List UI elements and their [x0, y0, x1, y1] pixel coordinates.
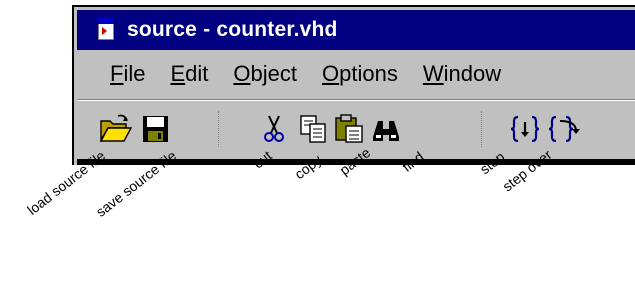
menu-window-mnemonic: W	[422, 61, 444, 86]
menu-object[interactable]: Object	[233, 61, 297, 87]
menu-bar: File Edit Object Options Window	[77, 51, 635, 97]
menu-separator-highlight	[77, 100, 635, 101]
menu-edit-mnemonic: E	[170, 61, 186, 86]
step-over-icon	[548, 115, 580, 143]
app-icon[interactable]	[96, 18, 116, 42]
menu-edit[interactable]: Edit	[170, 61, 208, 87]
window-title: source - counter.vhd	[127, 18, 338, 41]
menu-edit-label: dit	[185, 61, 209, 86]
folder-open-icon	[99, 114, 133, 143]
menu-options-label: ptions	[339, 61, 398, 86]
application-window: source - counter.vhd File Edit Object Op…	[72, 5, 635, 165]
cut-button[interactable]	[258, 113, 292, 145]
step-over-button[interactable]	[546, 113, 580, 145]
menu-window[interactable]: Window	[423, 61, 501, 87]
binoculars-icon	[373, 121, 399, 141]
find-button[interactable]	[370, 113, 404, 145]
menu-options-mnemonic: O	[322, 61, 340, 86]
menu-file-mnemonic: F	[110, 61, 124, 86]
copy-button[interactable]	[297, 113, 331, 145]
copy-icon	[300, 115, 326, 143]
toolbar-separator	[218, 111, 221, 147]
load-source-button[interactable]	[99, 113, 133, 145]
scissors-icon	[264, 115, 284, 142]
title-bar[interactable]: source - counter.vhd	[77, 10, 635, 50]
menu-window-label: indow	[443, 61, 502, 86]
menu-file[interactable]: File	[110, 61, 145, 87]
step-icon	[510, 115, 540, 143]
menu-options[interactable]: Options	[322, 61, 398, 87]
step-button[interactable]	[508, 113, 542, 145]
menu-object-label: bject	[250, 61, 298, 86]
floppy-disk-icon	[143, 116, 168, 142]
menu-object-mnemonic: O	[233, 61, 251, 86]
save-source-button[interactable]	[139, 113, 173, 145]
toolbar	[77, 103, 635, 153]
paste-icon	[335, 114, 363, 143]
menu-file-label: ile	[123, 61, 146, 86]
toolbar-separator-2	[481, 111, 484, 147]
paste-button[interactable]	[333, 113, 367, 145]
